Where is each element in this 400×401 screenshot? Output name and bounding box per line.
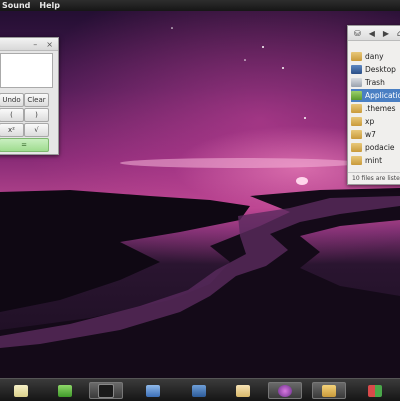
- list-item-label: Trash: [365, 78, 385, 87]
- list-item-label: dany: [365, 52, 384, 61]
- file-manager-icon: [322, 384, 336, 397]
- minimize-button[interactable]: –: [33, 40, 37, 49]
- back-arrow-icon[interactable]: ◀: [369, 29, 375, 38]
- dock-media-player[interactable]: [268, 382, 302, 399]
- list-item-themes[interactable]: .themes: [351, 102, 400, 115]
- list-item-podacie[interactable]: podacie: [351, 141, 400, 154]
- applications-icon: [351, 91, 362, 100]
- folder-icon: [351, 156, 362, 165]
- list-item-w7[interactable]: w7: [351, 128, 400, 141]
- list-item-label: xp: [365, 117, 375, 126]
- wallpaper-landscape: [0, 27, 400, 378]
- list-item-applications[interactable]: Applications: [351, 89, 400, 102]
- mail-icon: [236, 384, 250, 397]
- close-paren-button[interactable]: ): [24, 108, 49, 122]
- color-icon: [368, 384, 382, 397]
- dock-green-app[interactable]: [48, 382, 82, 399]
- dock-terminal[interactable]: [89, 382, 123, 399]
- status-bar: 10 files are liste: [348, 172, 400, 184]
- calculator-titlebar: – ×: [0, 38, 58, 51]
- folder-icon: [351, 104, 362, 113]
- open-paren-button[interactable]: (: [0, 108, 24, 122]
- terminal-icon: [98, 383, 114, 398]
- square-button[interactable]: x²: [0, 123, 24, 137]
- dock-file-manager[interactable]: [312, 382, 346, 399]
- folder-icon: [351, 143, 362, 152]
- list-item-label: Desktop: [365, 65, 396, 74]
- trash-icon: [351, 78, 362, 87]
- folder-icon: [351, 130, 362, 139]
- drives-icon[interactable]: ⛁: [354, 29, 361, 38]
- equals-button[interactable]: =: [0, 138, 49, 152]
- menu-help[interactable]: Help: [39, 1, 60, 10]
- dock-color-app[interactable]: [358, 382, 392, 399]
- list-item-label: .themes: [365, 104, 396, 113]
- monitor-icon: [192, 384, 206, 397]
- list-item-label: Applications: [365, 91, 400, 100]
- taskbar-dock: [0, 378, 400, 401]
- menu-sound[interactable]: Sound: [2, 1, 30, 10]
- top-menu-bar: Sound Help: [0, 0, 400, 11]
- list-item-trash[interactable]: Trash: [351, 76, 400, 89]
- undo-button[interactable]: Undo: [0, 93, 24, 107]
- file-manager-toolbar: ⛁ ◀ ▶ ⌂: [348, 26, 400, 41]
- clear-button[interactable]: Clear: [24, 93, 49, 107]
- calculator-display[interactable]: [0, 53, 53, 88]
- list-item-label: w7: [365, 130, 376, 139]
- list-item-desktop[interactable]: Desktop: [351, 63, 400, 76]
- list-item-label: podacie: [365, 143, 395, 152]
- dock-text-editor[interactable]: [4, 382, 38, 399]
- file-list: dany Desktop Trash Applications .themes …: [351, 50, 400, 167]
- desktop-icon: [351, 65, 362, 74]
- list-item-dany[interactable]: dany: [351, 50, 400, 63]
- list-item-mint[interactable]: mint: [351, 154, 400, 167]
- dock-monitor[interactable]: [182, 382, 216, 399]
- square-root-button[interactable]: √: [24, 123, 49, 137]
- media-player-icon: [278, 384, 292, 397]
- list-item-xp[interactable]: xp: [351, 115, 400, 128]
- calculator-window: – × Undo Clear ( ) x² √ =: [0, 37, 59, 155]
- network-icon: [146, 384, 160, 397]
- dock-mail[interactable]: [226, 382, 260, 399]
- desktop-wallpaper: [0, 0, 400, 400]
- list-item-label: mint: [365, 156, 383, 165]
- close-button[interactable]: ×: [46, 40, 53, 49]
- file-manager-window: ⛁ ◀ ▶ ⌂ dany Desktop Trash Applications …: [347, 25, 400, 185]
- forward-arrow-icon[interactable]: ▶: [383, 29, 389, 38]
- text-editor-icon: [14, 384, 28, 397]
- dock-network[interactable]: [136, 382, 170, 399]
- folder-icon: [351, 117, 362, 126]
- home-folder-icon: [351, 52, 362, 61]
- green-app-icon: [58, 384, 72, 397]
